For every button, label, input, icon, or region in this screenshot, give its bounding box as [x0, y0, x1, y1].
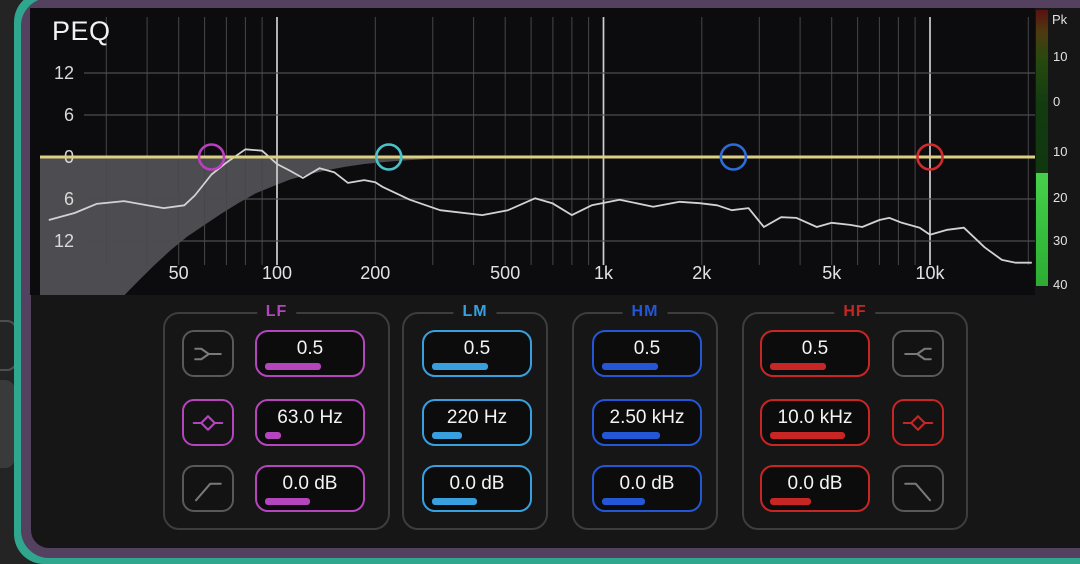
lf-q-control[interactable]: 0.5: [255, 330, 365, 377]
high-shelf-icon: [898, 336, 938, 372]
hf-q-control[interactable]: 0.5: [760, 330, 870, 377]
peq-window: PEQ 1260612501002005001k2k5k10k Pk 10010…: [0, 0, 1080, 564]
q-value: 0.5: [594, 338, 700, 360]
page-title: PEQ: [52, 16, 111, 47]
meter-scale-label: 10: [1053, 49, 1067, 64]
freq-axis-label: 200: [360, 263, 390, 283]
bell-icon: [898, 405, 938, 441]
band-group-hf: HF0.510.0 kHz0.0 dB: [742, 312, 968, 530]
lf-gain-control[interactable]: 0.0 dB: [255, 465, 365, 512]
meter-scale-label: 10: [1053, 144, 1067, 159]
freq-axis-label: 1k: [594, 263, 614, 283]
gain-slider-bar: [265, 498, 310, 505]
freq-slider-bar: [432, 432, 462, 439]
lm-q-control[interactable]: 0.5: [422, 330, 532, 377]
lf-high-pass-filter-button[interactable]: [182, 465, 234, 512]
q-slider-bar: [602, 363, 658, 370]
band-group-hm: HM0.52.50 kHz0.0 dB: [572, 312, 718, 530]
freq-axis-label: 10k: [915, 263, 945, 283]
meter-scale-label: 20: [1053, 190, 1067, 205]
band-title-hm: HM: [623, 303, 668, 321]
freq-axis-label: 50: [169, 263, 189, 283]
freq-axis-label: 2k: [692, 263, 712, 283]
hf-gain-control[interactable]: 0.0 dB: [760, 465, 870, 512]
hm-q-control[interactable]: 0.5: [592, 330, 702, 377]
db-axis-label: 12: [54, 63, 74, 83]
freq-value: 63.0 Hz: [257, 407, 363, 429]
freq-axis-label: 100: [262, 263, 292, 283]
band-title-lf: LF: [257, 303, 297, 321]
lm-freq-control[interactable]: 220 Hz: [422, 399, 532, 446]
low-pass-icon: [898, 471, 938, 507]
meter-level-bar: [1036, 173, 1048, 286]
gain-slider-bar: [602, 498, 645, 505]
hf-low-pass-filter-button[interactable]: [892, 465, 944, 512]
q-slider-bar: [770, 363, 826, 370]
band-title-hf: HF: [834, 303, 875, 321]
hm-gain-control[interactable]: 0.0 dB: [592, 465, 702, 512]
freq-axis-label: 500: [490, 263, 520, 283]
freq-value: 2.50 kHz: [594, 407, 700, 429]
hf-freq-control[interactable]: 10.0 kHz: [760, 399, 870, 446]
band-title-lm: LM: [453, 303, 496, 321]
freq-slider-bar: [265, 432, 281, 439]
q-value: 0.5: [762, 338, 868, 360]
db-axis-label: 6: [64, 105, 74, 125]
background-widget-fill: [0, 380, 15, 468]
lf-bell-filter-button[interactable]: [182, 399, 234, 446]
freq-slider-bar: [602, 432, 660, 439]
gain-value: 0.0 dB: [257, 473, 363, 495]
db-axis-label: 12: [54, 231, 74, 251]
lm-gain-control[interactable]: 0.0 dB: [422, 465, 532, 512]
low-shelf-icon: [188, 336, 228, 372]
meter-scale-label: 40: [1053, 277, 1067, 292]
hf-high-shelf-filter-button[interactable]: [892, 330, 944, 377]
db-axis-label: 6: [64, 189, 74, 209]
freq-slider-bar: [770, 432, 845, 439]
meter-peak-label: Pk: [1052, 12, 1067, 27]
gain-value: 0.0 dB: [594, 473, 700, 495]
high-pass-icon: [188, 471, 228, 507]
lf-freq-control[interactable]: 63.0 Hz: [255, 399, 365, 446]
q-value: 0.5: [257, 338, 363, 360]
graph-background: [30, 8, 1035, 295]
freq-value: 220 Hz: [424, 407, 530, 429]
q-slider-bar: [432, 363, 488, 370]
freq-axis-label: 5k: [822, 263, 842, 283]
meter-scale-label: 30: [1053, 233, 1067, 248]
freq-value: 10.0 kHz: [762, 407, 868, 429]
band-group-lm: LM0.5220 Hz0.0 dB: [402, 312, 548, 530]
hf-bell-filter-button[interactable]: [892, 399, 944, 446]
level-meter: [1036, 10, 1048, 286]
hm-freq-control[interactable]: 2.50 kHz: [592, 399, 702, 446]
q-value: 0.5: [424, 338, 530, 360]
q-slider-bar: [265, 363, 321, 370]
gain-slider-bar: [770, 498, 811, 505]
bell-icon: [188, 405, 228, 441]
gain-value: 0.0 dB: [762, 473, 868, 495]
gain-slider-bar: [432, 498, 477, 505]
band-group-lf: LF0.563.0 Hz0.0 dB: [163, 312, 390, 530]
lf-low-shelf-filter-button[interactable]: [182, 330, 234, 377]
gain-value: 0.0 dB: [424, 473, 530, 495]
eq-frequency-graph: 1260612501002005001k2k5k10k: [30, 8, 1035, 295]
meter-scale-label: 0: [1053, 94, 1060, 109]
